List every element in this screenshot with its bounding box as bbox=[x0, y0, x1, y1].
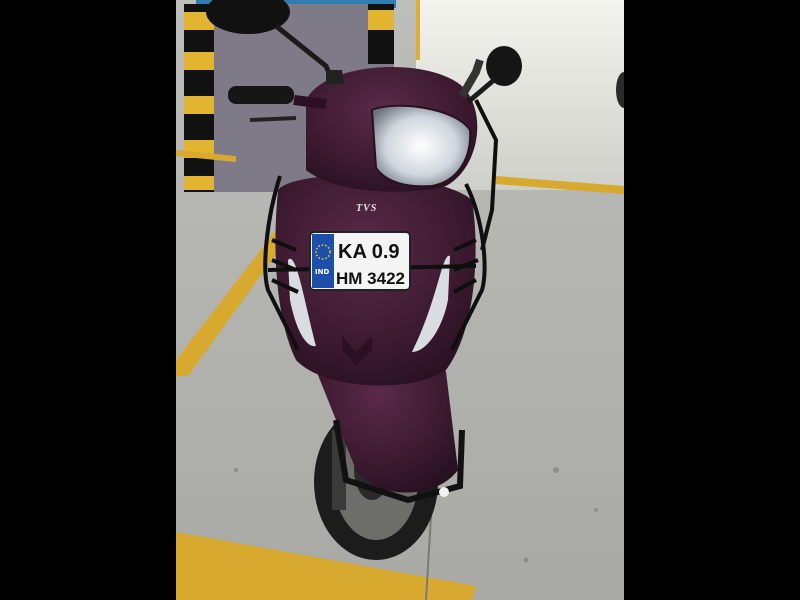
scene: TVS IND KA 0.9 HM 3422 bbox=[176, 0, 624, 600]
reflector bbox=[439, 487, 449, 497]
left-grip bbox=[228, 86, 294, 104]
plate-line-1: KA 0.9 bbox=[338, 241, 400, 263]
scooter-photo: TVS IND KA 0.9 HM 3422 bbox=[176, 0, 624, 600]
headlamp bbox=[370, 104, 472, 188]
plate-country: IND bbox=[315, 268, 329, 276]
number-plate: IND KA 0.9 HM 3422 bbox=[309, 231, 411, 291]
brand-logo: TVS bbox=[356, 203, 377, 214]
plate-line-2: HM 3422 bbox=[336, 269, 405, 288]
